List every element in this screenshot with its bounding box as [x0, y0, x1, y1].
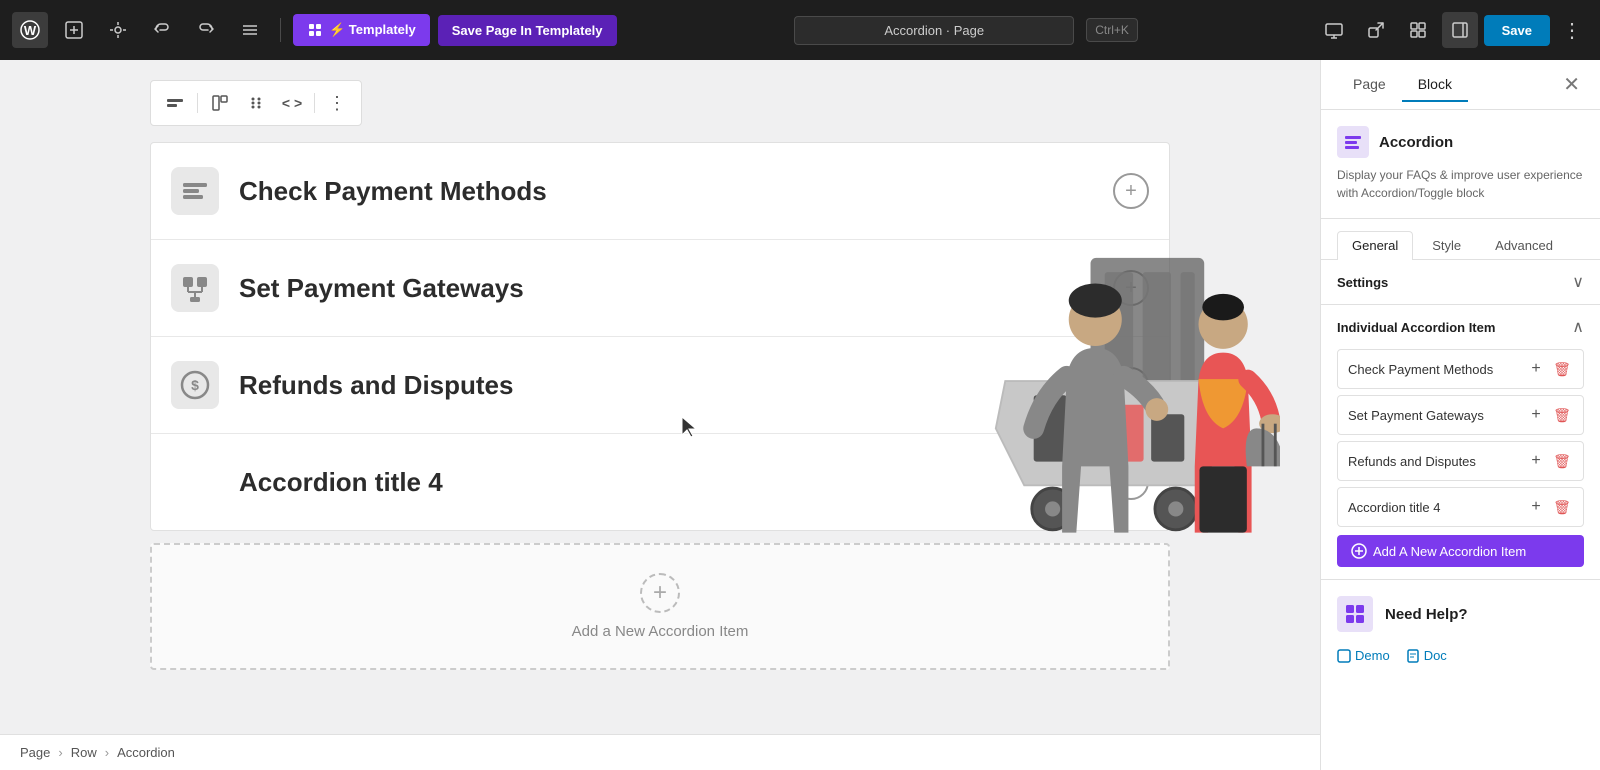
save-button[interactable]: Save: [1484, 15, 1550, 46]
add-block-button[interactable]: [56, 12, 92, 48]
list-item-3-actions: + 🗑: [1525, 450, 1573, 472]
add-new-accordion-button[interactable]: Add A New Accordion Item: [1337, 535, 1584, 567]
breadcrumb-page[interactable]: Page: [20, 745, 50, 760]
accordion-item-1-title: Check Payment Methods: [239, 176, 1093, 207]
accordion-item-4-icon: [171, 458, 219, 506]
list-item-3-add[interactable]: +: [1525, 450, 1547, 472]
need-help-icon: [1337, 596, 1373, 632]
page-title-input[interactable]: Accordion · Page: [794, 16, 1074, 45]
settings-section-header[interactable]: Settings ∨: [1337, 272, 1584, 292]
accordion-block-icon: [1337, 126, 1369, 158]
block-type-icon[interactable]: [159, 87, 191, 119]
details-button[interactable]: [232, 12, 268, 48]
doc-link[interactable]: Doc: [1406, 648, 1447, 663]
right-panel: Page Block ✕ Accordion Display your FAQs…: [1320, 60, 1600, 770]
breadcrumb-sep-1: ›: [58, 745, 62, 760]
breadcrumb-sep-2: ›: [105, 745, 109, 760]
accordion-item-3-icon: $: [171, 361, 219, 409]
list-item-1-name: Check Payment Methods: [1348, 362, 1525, 377]
navigate-button[interactable]: < >: [276, 87, 308, 119]
accordion-list-item-3: Refunds and Disputes + 🗑: [1337, 441, 1584, 481]
list-item-4-actions: + 🗑: [1525, 496, 1573, 518]
panel-close-button[interactable]: ✕: [1559, 68, 1584, 101]
list-item-2-name: Set Payment Gateways: [1348, 408, 1525, 423]
preview-new-tab-button[interactable]: [1358, 12, 1394, 48]
individual-accordion-chevron: ∧: [1572, 317, 1584, 337]
sub-tab-advanced[interactable]: Advanced: [1480, 231, 1568, 259]
main-toolbar: W ⚡ Templately Save Page In Templately A…: [0, 0, 1600, 60]
editor-area: < > ⋮ Check Payment Methods +: [0, 60, 1320, 770]
list-item-2-actions: + 🗑: [1525, 404, 1573, 426]
breadcrumb-row[interactable]: Row: [71, 745, 97, 760]
more-block-options[interactable]: ⋮: [321, 87, 353, 119]
accordion-list-item-2: Set Payment Gateways + 🗑: [1337, 395, 1584, 435]
accordion-item-1-icon: [171, 167, 219, 215]
preview-desktop-button[interactable]: [1316, 12, 1352, 48]
individual-accordion-header[interactable]: Individual Accordion Item ∧: [1337, 317, 1584, 337]
tools-button[interactable]: [100, 12, 136, 48]
need-help-section: Need Help?: [1321, 580, 1600, 648]
add-accordion-label: Add a New Accordion Item: [572, 623, 749, 640]
save-templately-button[interactable]: Save Page In Templately: [438, 15, 617, 46]
help-links: Demo Doc: [1321, 648, 1600, 679]
need-help-text: Need Help?: [1385, 606, 1468, 623]
add-accordion-plus-icon: +: [640, 573, 680, 613]
breadcrumb: Page › Row › Accordion: [0, 734, 1320, 770]
panel-tabs: Page Block: [1337, 68, 1468, 102]
toolbar-sep-2: [314, 93, 315, 113]
block-toolbar: < > ⋮: [150, 80, 362, 126]
undo-button[interactable]: [144, 12, 180, 48]
add-new-accordion-label: Add A New Accordion Item: [1373, 544, 1526, 559]
list-item-2-delete[interactable]: 🗑: [1551, 404, 1573, 426]
accordion-item-1-expand[interactable]: +: [1113, 173, 1149, 209]
list-item-3-name: Refunds and Disputes: [1348, 454, 1525, 469]
list-item-4-add[interactable]: +: [1525, 496, 1547, 518]
list-item-2-add[interactable]: +: [1525, 404, 1547, 426]
toolbar-separator: [280, 18, 281, 42]
accordion-block-description: Display your FAQs & improve user experie…: [1337, 166, 1584, 202]
keyboard-shortcut: Ctrl+K: [1086, 18, 1138, 42]
wp-logo[interactable]: W: [12, 12, 48, 48]
drag-handle[interactable]: [240, 87, 272, 119]
panel-header: Page Block ✕: [1321, 60, 1600, 110]
settings-section: Settings ∨: [1321, 260, 1600, 305]
accordion-list-item-1: Check Payment Methods + 🗑: [1337, 349, 1584, 389]
list-item-3-delete[interactable]: 🗑: [1551, 450, 1573, 472]
settings-panel-button[interactable]: [1442, 12, 1478, 48]
list-item-1-add[interactable]: +: [1525, 358, 1547, 380]
sub-tab-style[interactable]: Style: [1417, 231, 1476, 259]
settings-section-chevron: ∨: [1572, 272, 1584, 292]
library-button[interactable]: [1400, 12, 1436, 48]
sub-tabs: General Style Advanced: [1321, 219, 1600, 260]
illustration-area: [920, 220, 1280, 585]
list-item-4-name: Accordion title 4: [1348, 500, 1525, 515]
list-item-4-delete[interactable]: 🗑: [1551, 496, 1573, 518]
accordion-block-name: Accordion: [1379, 134, 1453, 151]
more-options-button[interactable]: ⋮: [1556, 18, 1588, 43]
individual-accordion-title: Individual Accordion Item: [1337, 320, 1495, 335]
svg-text:$: $: [191, 377, 199, 393]
demo-link[interactable]: Demo: [1337, 648, 1390, 663]
settings-section-title: Settings: [1337, 275, 1388, 290]
redo-button[interactable]: [188, 12, 224, 48]
accordion-list-item-4: Accordion title 4 + 🗑: [1337, 487, 1584, 527]
toolbar-sep-1: [197, 93, 198, 113]
parent-block-button[interactable]: [204, 87, 236, 119]
templately-button[interactable]: ⚡ Templately: [293, 14, 430, 46]
individual-accordion-section: Individual Accordion Item ∧ Check Paymen…: [1321, 305, 1600, 580]
breadcrumb-accordion[interactable]: Accordion: [117, 745, 175, 760]
accordion-info-header: Accordion: [1337, 126, 1584, 158]
svg-text:W: W: [24, 23, 37, 38]
tab-block[interactable]: Block: [1402, 68, 1468, 102]
main-layout: < > ⋮ Check Payment Methods +: [0, 60, 1600, 770]
list-item-1-actions: + 🗑: [1525, 358, 1573, 380]
accordion-item-2-icon: [171, 264, 219, 312]
accordion-block-info: Accordion Display your FAQs & improve us…: [1321, 110, 1600, 219]
sub-tab-general[interactable]: General: [1337, 231, 1413, 260]
tab-page[interactable]: Page: [1337, 68, 1402, 102]
toolbar-right-actions: Save ⋮: [1316, 12, 1588, 48]
toolbar-title-area: Accordion · Page Ctrl+K: [625, 16, 1308, 45]
list-item-1-delete[interactable]: 🗑: [1551, 358, 1573, 380]
